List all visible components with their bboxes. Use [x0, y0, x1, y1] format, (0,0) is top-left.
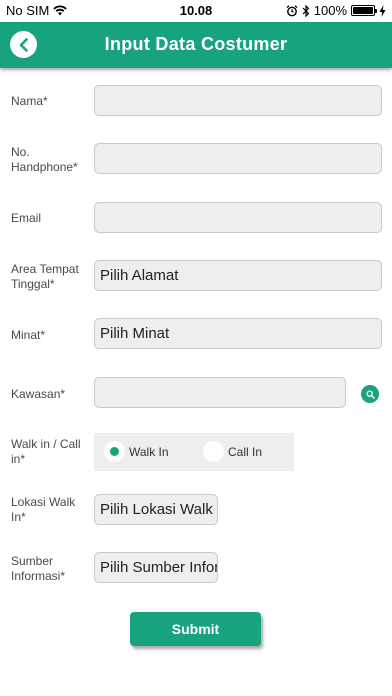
status-bar-right: 100%: [286, 3, 386, 18]
submit-button[interactable]: Submit: [130, 612, 261, 646]
sumber-label: Sumber Informasi*: [11, 554, 66, 583]
alarm-icon: [286, 4, 298, 16]
charging-icon: [379, 4, 386, 17]
minat-label: Minat*: [11, 328, 46, 342]
battery-icon: [351, 5, 377, 16]
minat-select[interactable]: Pilih Minat: [94, 318, 382, 349]
radio-call-in-circle: [203, 441, 224, 462]
status-bar: No SIM 10.08 100%: [0, 0, 392, 22]
radio-walk-in[interactable]: Walk In: [104, 441, 169, 462]
sumber-select[interactable]: Pilih Sumber Informasi: [94, 552, 218, 583]
kawasan-search-button[interactable]: [361, 385, 379, 403]
nama-input[interactable]: [94, 85, 382, 116]
page-title: Input Data Costumer: [104, 34, 288, 54]
battery-text: 100%: [313, 3, 347, 18]
kawasan-label: Kawasan*: [11, 387, 66, 401]
radio-walk-in-circle: [104, 441, 125, 462]
email-label: Email: [11, 211, 42, 225]
radio-call-in[interactable]: Call In: [203, 441, 262, 462]
app-header: Input Data Costumer: [0, 22, 392, 68]
kawasan-input[interactable]: [94, 377, 346, 408]
radio-walk-in-label: Walk In: [129, 444, 169, 459]
email-input[interactable]: [94, 202, 382, 233]
radio-selected-dot: [110, 447, 119, 456]
bluetooth-icon: [302, 4, 310, 17]
walkin-label: Walk in / Call in*: [11, 437, 81, 466]
nama-label: Nama*: [11, 94, 48, 108]
handphone-label: No. Handphone*: [11, 145, 78, 174]
search-icon: [366, 390, 375, 399]
radio-call-in-label: Call In: [228, 444, 263, 459]
area-select[interactable]: Pilih Alamat: [94, 260, 382, 291]
lokasi-select[interactable]: Pilih Lokasi Walk In: [94, 494, 218, 525]
area-label: Area Tempat Tinggal*: [11, 262, 79, 291]
handphone-input[interactable]: [94, 143, 382, 174]
lokasi-label: Lokasi Walk In*: [11, 495, 76, 524]
walkin-radio-group: Walk In Call In: [94, 433, 294, 471]
